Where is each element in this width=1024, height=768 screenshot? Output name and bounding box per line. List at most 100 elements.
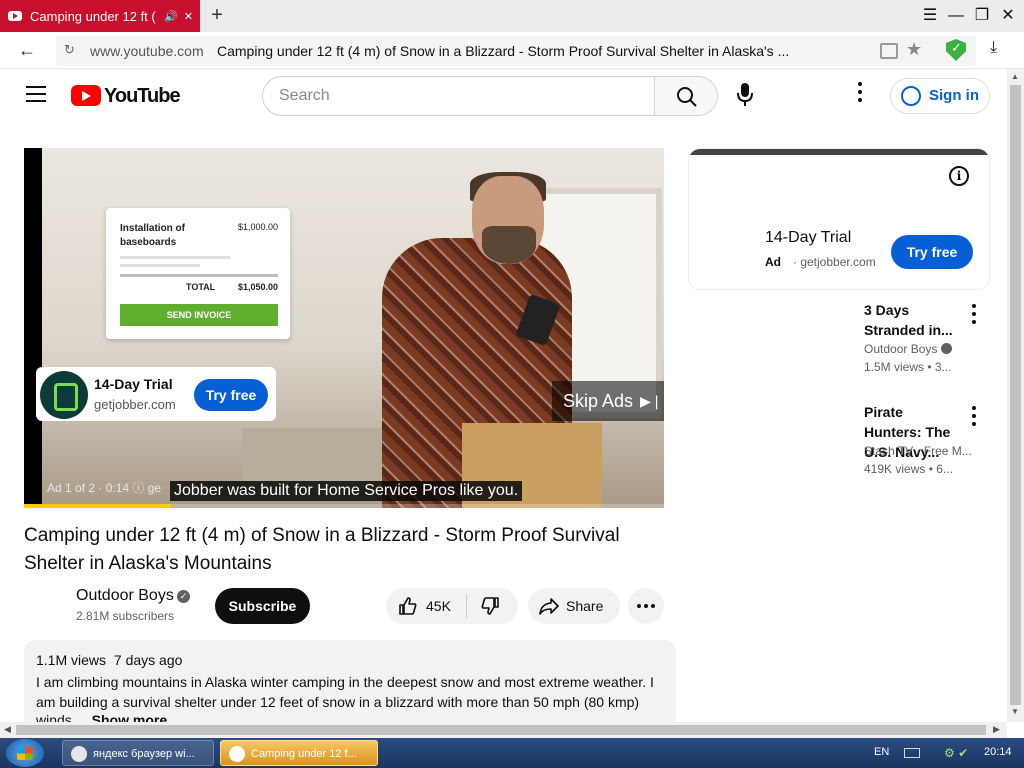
browser-menu-icon[interactable]: ☰: [918, 4, 942, 28]
settings-kebab-icon[interactable]: [852, 82, 868, 110]
sidebar-ad-banner: [689, 149, 989, 155]
video-frame: Installation of baseboards $1,000.00 TOT…: [42, 148, 664, 508]
network-icon[interactable]: ⚙ ✔: [944, 746, 968, 760]
like-count: 45K: [426, 598, 451, 614]
sidebar-ad-card[interactable]: i 14-Day Trial Ad · getjobber.com Try fr…: [688, 148, 990, 290]
horizontal-scrollbar[interactable]: ◀ ▶: [0, 722, 1007, 738]
recommendation-thumbnail[interactable]: [688, 300, 856, 390]
url-page-title: Camping under 12 ft (4 m) of Snow in a B…: [217, 43, 790, 59]
verified-check-icon: ✓: [177, 590, 190, 603]
sidebar-ad-domain: · getjobber.com: [793, 255, 876, 269]
bookmark-star-icon[interactable]: ★: [906, 39, 922, 60]
youtube-logo[interactable]: YouTube: [71, 84, 181, 108]
ad-counter: Ad 1 of 2 · 0:14 ⓘ ge: [47, 481, 162, 495]
taskbar-item-yandex-search[interactable]: яндекс браузер wi...: [62, 740, 214, 766]
scroll-right-icon[interactable]: ▶: [993, 724, 1000, 735]
youtube-wordmark: YouTube: [104, 85, 181, 107]
video-caption: Jobber was built for Home Service Pros l…: [170, 481, 523, 501]
address-field[interactable]: ↻ www.youtube.com Camping under 12 ft (4…: [56, 36, 976, 66]
reload-icon[interactable]: ↻: [64, 42, 75, 58]
ad-title: 14-Day Trial: [94, 376, 173, 392]
search-button[interactable]: [654, 76, 718, 116]
browser-tab-bar: Camping under 12 ft ( 🔊 ✕ + ☰ — ❐ ✕: [0, 0, 1024, 32]
skip-ads-button[interactable]: Skip Ads ▶❘: [552, 381, 664, 421]
tab-youtube-video[interactable]: Camping under 12 ft ( 🔊 ✕: [0, 0, 200, 32]
thumbs-down-icon: [481, 597, 499, 615]
window-close-icon[interactable]: ✕: [996, 4, 1020, 28]
invoice-divider: [120, 274, 278, 277]
sidebar-ad-title: 14-Day Trial: [765, 229, 852, 246]
scroll-down-icon[interactable]: ▼: [1011, 707, 1019, 716]
channel-avatar[interactable]: [24, 586, 64, 626]
recommendation-item[interactable]: Pirate Hunters: The U.S. Navy... Stash T…: [688, 402, 990, 492]
more-horizontal-icon: [637, 604, 655, 608]
invoice-line: [120, 264, 200, 267]
invoice-item-amount: $1,000.00: [237, 222, 278, 232]
search-input[interactable]: Search: [262, 76, 655, 116]
minimize-icon[interactable]: —: [944, 4, 968, 28]
recommendation-kebab-icon[interactable]: [972, 304, 976, 324]
system-clock[interactable]: 20:14: [984, 746, 1012, 758]
download-icon[interactable]: ⤓: [990, 39, 997, 57]
ad-try-free-button[interactable]: Try free: [194, 379, 268, 411]
subscriber-count: 2.81M subscribers: [76, 609, 175, 623]
back-arrow-icon[interactable]: ←: [14, 38, 40, 62]
video-title: Camping under 12 ft (4 m) of Snow in a B…: [24, 525, 620, 574]
protect-shield-icon[interactable]: [946, 39, 966, 61]
description-meta: 1.1M views 7 days ago: [36, 652, 182, 668]
like-button[interactable]: 45K: [386, 588, 466, 624]
address-bar-row: ← ↻ www.youtube.com Camping under 12 ft …: [0, 32, 1024, 69]
account-icon: [901, 86, 921, 106]
taskbar-item-label: яндекс браузер wi...: [93, 748, 195, 760]
dislike-button[interactable]: [468, 588, 518, 624]
tab-close-icon[interactable]: ✕: [184, 10, 193, 23]
recommendation-kebab-icon[interactable]: [972, 406, 976, 426]
maximize-icon[interactable]: ❐: [970, 4, 994, 28]
ad-badge: Ad: [765, 255, 781, 269]
recommendation-channel-name: Outdoor Boys: [864, 342, 938, 356]
language-indicator[interactable]: EN: [874, 746, 889, 758]
url-domain: www.youtube.com: [90, 43, 204, 59]
recommendation-channel: Outdoor Boys: [864, 342, 953, 356]
scroll-left-icon[interactable]: ◀: [4, 724, 11, 735]
voice-search-button[interactable]: [733, 80, 757, 110]
ad-progress-fill: [24, 504, 171, 508]
share-button[interactable]: Share: [528, 588, 620, 624]
recommendation-thumbnail[interactable]: [688, 402, 856, 492]
skip-ads-label: Skip Ads: [563, 391, 634, 411]
horizontal-scroll-thumb[interactable]: [16, 725, 986, 735]
vertical-scrollbar[interactable]: ▲ ▼: [1007, 69, 1024, 722]
channel-name[interactable]: Outdoor Boys: [76, 587, 174, 605]
audio-playing-icon[interactable]: 🔊: [164, 10, 178, 23]
scroll-up-icon[interactable]: ▲: [1011, 72, 1019, 81]
invoice-total-label: TOTAL: [186, 282, 216, 292]
invoice-card: Installation of baseboards $1,000.00 TOT…: [106, 208, 290, 339]
view-count: 1.1M views: [36, 652, 107, 668]
hamburger-menu-icon[interactable]: [26, 86, 46, 102]
recommendation-title[interactable]: 3 Days Stranded in...: [864, 300, 962, 340]
ad-overlay-card[interactable]: 14-Day Trial getjobber.com Try free: [36, 367, 276, 421]
tab-title: Camping under 12 ft (: [30, 8, 156, 24]
sidebar-try-free-button[interactable]: Try free: [891, 235, 973, 269]
description-box[interactable]: 1.1M views 7 days ago I am climbing moun…: [24, 640, 676, 730]
vertical-scroll-thumb[interactable]: [1010, 85, 1021, 705]
taskbar-item-camping-video[interactable]: Camping under 12 f...: [220, 740, 378, 766]
description-text: I am climbing mountains in Alaska winter…: [36, 674, 654, 710]
taskbar: яндекс браузер wi... Camping under 12 f.…: [0, 738, 1024, 768]
keyboard-icon[interactable]: [904, 748, 920, 758]
video-player[interactable]: Installation of baseboards $1,000.00 TOT…: [24, 148, 664, 508]
ad-domain: getjobber.com: [94, 397, 176, 412]
reader-mode-icon[interactable]: [880, 43, 898, 59]
yandex-browser-icon: [229, 746, 245, 762]
new-tab-button[interactable]: +: [206, 4, 228, 28]
windows-logo-icon: [17, 747, 33, 760]
more-actions-button[interactable]: [628, 588, 664, 624]
share-arrow-icon: [539, 598, 559, 615]
recommendation-item[interactable]: 3 Days Stranded in... Outdoor Boys 1.5M …: [688, 300, 990, 390]
start-button[interactable]: [6, 739, 44, 767]
info-icon[interactable]: i: [949, 166, 969, 186]
microphone-icon: [737, 83, 753, 106]
subscribe-button[interactable]: Subscribe: [215, 588, 310, 624]
invoice-item: Installation of baseboards: [120, 223, 185, 248]
sign-in-button[interactable]: Sign in: [890, 78, 990, 114]
